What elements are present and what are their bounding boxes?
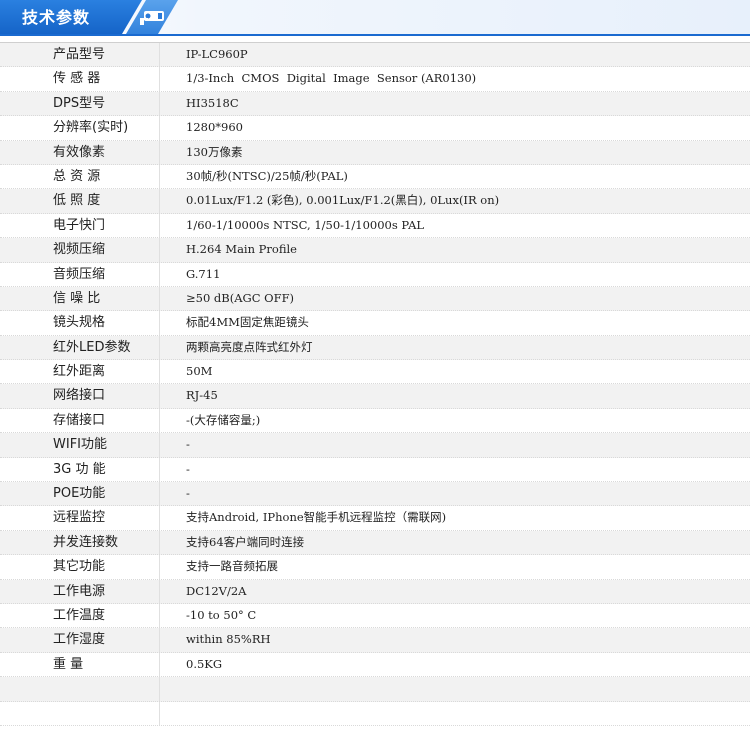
header-underline — [0, 34, 750, 36]
spec-row: 存储接口 -(大存储容量;) — [0, 408, 750, 434]
spec-value — [160, 702, 750, 725]
spec-value: 支持Android, IPhone智能手机远程监控（需联网) — [186, 510, 447, 525]
spec-value: 标配4MM固定焦距镜头 — [186, 315, 309, 330]
spec-row: 工作湿度 within 85%RH — [0, 628, 750, 653]
spec-row: 网络接口 RJ-45 — [0, 384, 750, 409]
section-header: 技术参数 — [0, 0, 750, 36]
spec-value: 0.5KG — [186, 656, 223, 671]
spec-value: 1/60-1/10000s NTSC, 1/50-1/10000s PAL — [186, 217, 425, 232]
spec-value: G.711 — [186, 266, 221, 281]
section-title: 技术参数 — [22, 8, 91, 27]
spec-row: 红外距离 50M — [0, 360, 750, 385]
spec-row: 远程监控 支持Android, IPhone智能手机远程监控（需联网) — [0, 506, 750, 531]
spec-row: 其它功能 支持一路音频拓展 — [0, 555, 750, 580]
spec-value: 50M — [186, 364, 213, 379]
spec-label: 视频压缩 — [0, 238, 160, 262]
spec-value: -(大存储容量;) — [186, 412, 261, 427]
spec-row: 低 照 度 0.01Lux/F1.2 (彩色), 0.001Lux/F1.2(黑白… — [0, 189, 750, 214]
spec-value: IP-LC960P — [186, 47, 248, 61]
spec-value: 1280*960 — [186, 120, 243, 135]
spec-label: 远程监控 — [0, 506, 160, 530]
spec-label: 产品型号 — [0, 43, 160, 67]
spec-row: 镜头规格 标配4MM固定焦距镜头 — [0, 311, 750, 336]
spec-value: HI3518C — [186, 95, 239, 110]
spec-label: 低 照 度 — [0, 189, 160, 213]
spec-value: - — [186, 486, 190, 501]
spec-label: 存储接口 — [0, 408, 160, 433]
spec-label: 3G 功 能 — [0, 457, 160, 482]
spec-value: - — [186, 461, 190, 476]
spec-row: 工作温度 -10 to 50° C — [0, 603, 750, 629]
spec-label: 传 感 器 — [0, 67, 160, 91]
spec-value: 30帧/秒(NTSC)/25帧/秒(PAL) — [186, 168, 348, 183]
spec-row: 总 资 源 30帧/秒(NTSC)/25帧/秒(PAL) — [0, 164, 750, 190]
spec-row: 工作电源 DC12V/2A — [0, 579, 750, 604]
spec-label — [0, 701, 160, 725]
spec-table: 产品型号 IP-LC960P 传 感 器 1/3-Inch CMOS Digital … — [0, 42, 750, 726]
spec-label: 分辨率(实时) — [0, 116, 160, 140]
spec-label: 工作温度 — [0, 603, 160, 628]
spec-value: 0.01Lux/F1.2 (彩色), 0.001Lux/F1.2(黑白), 0L… — [186, 193, 500, 208]
spec-label: 红外LED参数 — [0, 335, 160, 360]
spec-row: 产品型号 IP-LC960P — [0, 43, 750, 68]
spec-value — [160, 677, 750, 700]
spec-label: 镜头规格 — [0, 311, 160, 335]
spec-label: 工作湿度 — [0, 628, 160, 652]
spec-row: 传 感 器 1/3-Inch CMOS Digital Image Sensor … — [0, 67, 750, 92]
spec-value: ≥50 dB(AGC OFF) — [186, 290, 295, 305]
spec-row: 分辨率(实时) 1280*960 — [0, 116, 750, 141]
spec-label: 其它功能 — [0, 555, 160, 579]
spec-row: 信 噪 比 ≥50 dB(AGC OFF) — [0, 286, 750, 312]
spec-label — [0, 677, 160, 701]
spec-value: H.264 Main Profile — [186, 242, 297, 257]
spec-value: within 85%RH — [186, 632, 271, 647]
spec-row: 重 量 0.5KG — [0, 652, 750, 678]
spec-value: 1/3-Inch CMOS Digital Image Sensor (AR01… — [186, 71, 477, 86]
spec-value: 130万像素 — [186, 144, 243, 159]
spec-label: 信 噪 比 — [0, 286, 160, 311]
spec-label: WIFI功能 — [0, 433, 160, 457]
spec-value: DC12V/2A — [186, 583, 247, 598]
camera-icon — [140, 11, 164, 25]
spec-value: -10 to 50° C — [186, 607, 257, 622]
spec-label: 总 资 源 — [0, 164, 160, 189]
spec-row: DPS型号 HI3518C — [0, 91, 750, 117]
spec-value: 支持一路音频拓展 — [186, 559, 278, 574]
spec-row: WIFI功能 - — [0, 433, 750, 458]
spec-row: 电子快门 1/60-1/10000s NTSC, 1/50-1/10000s PA… — [0, 213, 750, 239]
spec-label: 网络接口 — [0, 384, 160, 408]
spec-row: 红外LED参数 两颗高亮度点阵式红外灯 — [0, 335, 750, 361]
spec-label: DPS型号 — [0, 91, 160, 116]
spec-label: POE功能 — [0, 482, 160, 506]
spec-label: 工作电源 — [0, 579, 160, 603]
spec-row — [0, 677, 750, 702]
spec-row: 音频压缩 G.711 — [0, 262, 750, 287]
spec-label: 有效像素 — [0, 140, 160, 164]
spec-label: 重 量 — [0, 652, 160, 677]
spec-row: 有效像素 130万像素 — [0, 140, 750, 165]
spec-row: 并发连接数 支持64客户端同时连接 — [0, 530, 750, 556]
spec-row — [0, 701, 750, 726]
spec-row: 3G 功 能 - — [0, 457, 750, 483]
spec-label: 电子快门 — [0, 213, 160, 238]
spec-value: - — [186, 437, 190, 452]
spec-value: 支持64客户端同时连接 — [186, 534, 305, 549]
spec-label: 音频压缩 — [0, 262, 160, 286]
spec-row: POE功能 - — [0, 482, 750, 507]
spec-label: 并发连接数 — [0, 530, 160, 555]
spec-label: 红外距离 — [0, 360, 160, 384]
spec-row: 视频压缩 H.264 Main Profile — [0, 238, 750, 263]
spec-value: 两颗高亮度点阵式红外灯 — [186, 339, 313, 354]
spec-value: RJ-45 — [186, 388, 218, 403]
